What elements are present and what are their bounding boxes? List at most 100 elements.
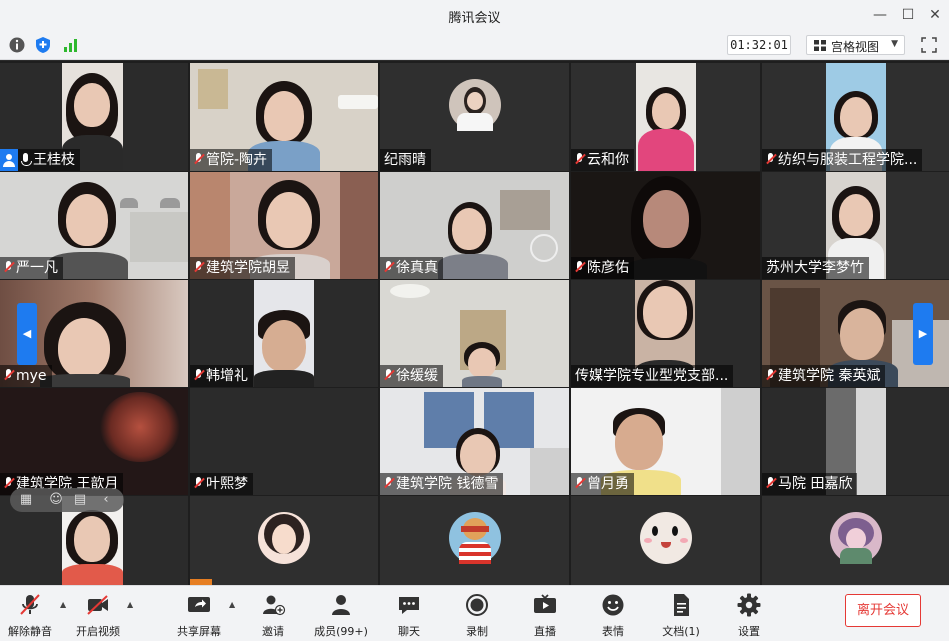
- view-mode-label: 宫格视图: [831, 40, 880, 54]
- floating-mini-toolbar: ▦ ☺ ▤ ‹: [10, 488, 124, 512]
- participant-tile[interactable]: 韩增礼: [190, 280, 378, 387]
- minimize-icon[interactable]: —: [869, 5, 891, 25]
- participant-tile[interactable]: 建筑学院胡昱: [190, 172, 378, 279]
- grid-view-icon: [814, 40, 826, 51]
- reactions-button[interactable]: 表情: [596, 592, 630, 638]
- microphone-icon: [21, 153, 32, 166]
- microphone-muted-icon: [384, 477, 393, 490]
- live-stream-button[interactable]: 直播: [528, 592, 562, 638]
- maximize-icon[interactable]: ☐: [897, 5, 919, 25]
- participant-tile[interactable]: 纺织与服装工程学院...: [762, 63, 949, 171]
- participant-tile[interactable]: 陈彦佑: [571, 172, 760, 279]
- microphone-muted-icon: [384, 261, 393, 274]
- microphone-muted-icon: [194, 261, 203, 274]
- microphone-muted-icon: [4, 261, 13, 274]
- invite-button[interactable]: 邀请: [255, 592, 291, 638]
- participant-name: 建筑学院 钱德雪: [380, 473, 504, 495]
- microphone-muted-icon: [575, 261, 584, 274]
- participant-tile[interactable]: [380, 496, 569, 585]
- participant-name: 云和你: [571, 149, 634, 171]
- unmute-button[interactable]: 解除静音: [6, 592, 54, 638]
- members-icon: [332, 595, 350, 615]
- participant-tile[interactable]: [762, 496, 949, 585]
- info-icon[interactable]: [8, 36, 26, 54]
- participant-name: 纺织与服装工程学院...: [762, 149, 923, 171]
- window-title: 腾讯会议: [448, 11, 501, 26]
- security-shield-icon[interactable]: [34, 36, 52, 54]
- participant-name: 陈彦佑: [571, 257, 634, 279]
- microphone-muted-icon: [766, 153, 775, 166]
- participant-tile[interactable]: 传媒学院专业型党支部...: [571, 280, 760, 387]
- leave-meeting-button[interactable]: 离开会议: [845, 594, 921, 627]
- participant-name: 建筑学院胡昱: [190, 257, 295, 279]
- chat-button[interactable]: 聊天: [392, 592, 426, 638]
- participant-tile[interactable]: 苏州大学李梦竹: [762, 172, 949, 279]
- participant-tile[interactable]: 马院 田嘉欣: [762, 388, 949, 495]
- documents-button[interactable]: 文档(1): [660, 592, 702, 638]
- emoji-icon[interactable]: ☺: [48, 492, 64, 508]
- settings-button[interactable]: 设置: [732, 592, 766, 638]
- microphone-muted-icon: [575, 153, 584, 166]
- chevron-down-icon: ▼: [891, 39, 898, 49]
- participant-tile[interactable]: 徐真真: [380, 172, 569, 279]
- chat-icon: [399, 597, 419, 614]
- participant-tile[interactable]: [571, 496, 760, 585]
- layout-icon[interactable]: ▦: [18, 492, 34, 508]
- participant-name: 韩增礼: [190, 365, 253, 387]
- live-stream-icon: [534, 594, 556, 613]
- record-icon: [466, 594, 488, 616]
- previous-page-button[interactable]: ◀: [17, 303, 37, 365]
- video-options-caret[interactable]: ▲: [127, 600, 133, 609]
- participant-name: 纪雨晴: [380, 149, 431, 171]
- record-button[interactable]: 录制: [460, 592, 494, 638]
- participant-name: 建筑学院 秦英斌: [762, 365, 886, 387]
- start-video-button[interactable]: 开启视频: [72, 592, 124, 638]
- participant-name: 苏州大学李梦竹: [762, 257, 869, 279]
- participant-tile[interactable]: 建筑学院 钱德雪: [380, 388, 569, 495]
- microphone-muted-icon: [384, 369, 393, 382]
- participant-avatar: [448, 79, 501, 131]
- meeting-timer: 01:32:01: [727, 35, 791, 55]
- participant-tile[interactable]: 纪雨晴: [380, 63, 569, 171]
- gear-icon: [737, 593, 761, 617]
- microphone-muted-icon: [194, 369, 203, 382]
- share-options-caret[interactable]: ▲: [229, 600, 235, 609]
- participant-avatar: [639, 512, 692, 564]
- signal-strength-icon[interactable]: [62, 36, 80, 54]
- meeting-toolbar: 01:32:01 宫格视图 ▼: [0, 30, 949, 60]
- close-icon[interactable]: ✕: [924, 5, 946, 25]
- microphone-muted-icon: [194, 153, 203, 166]
- participant-name: mye: [0, 365, 52, 387]
- fullscreen-icon[interactable]: [921, 37, 937, 53]
- microphone-muted-icon: [766, 477, 775, 490]
- participant-name: 徐真真: [380, 257, 443, 279]
- document-icon: [674, 594, 689, 616]
- participant-tile[interactable]: 建筑学院 王歆月: [0, 388, 188, 495]
- share-screen-icon: [188, 597, 210, 612]
- next-page-button[interactable]: ▶: [913, 303, 933, 365]
- participant-tile[interactable]: 叶熙梦: [190, 388, 378, 495]
- participant-tile[interactable]: 管院-陶卉: [190, 63, 378, 171]
- host-icon: [0, 149, 18, 171]
- participant-video: [636, 63, 696, 171]
- chat-bubble-icon[interactable]: ▤: [72, 492, 88, 508]
- add-user-icon: [263, 595, 286, 616]
- members-button[interactable]: 成员(99+): [314, 592, 368, 638]
- audio-options-caret[interactable]: ▲: [60, 600, 66, 609]
- microphone-muted-icon: [4, 369, 13, 382]
- participant-name: 严一凡: [0, 257, 63, 279]
- collapse-icon[interactable]: ‹: [98, 492, 114, 508]
- participant-tile[interactable]: 王桂枝: [0, 63, 188, 171]
- participant-tile[interactable]: 严一凡: [0, 172, 188, 279]
- participant-tile[interactable]: 曾月勇: [571, 388, 760, 495]
- microphone-muted-icon: [194, 477, 203, 490]
- emoji-icon: [602, 594, 624, 616]
- share-screen-button[interactable]: 共享屏幕: [172, 592, 226, 638]
- view-mode-dropdown[interactable]: 宫格视图 ▼: [806, 35, 905, 55]
- participant-tile[interactable]: 云和你: [571, 63, 760, 171]
- microphone-muted-icon: [766, 369, 775, 382]
- participant-tile[interactable]: 徐缓缓: [380, 280, 569, 387]
- title-bar: 腾讯会议 — ☐ ✕: [0, 0, 949, 30]
- participant-tile[interactable]: [190, 496, 378, 585]
- microphone-muted-icon: [4, 477, 13, 490]
